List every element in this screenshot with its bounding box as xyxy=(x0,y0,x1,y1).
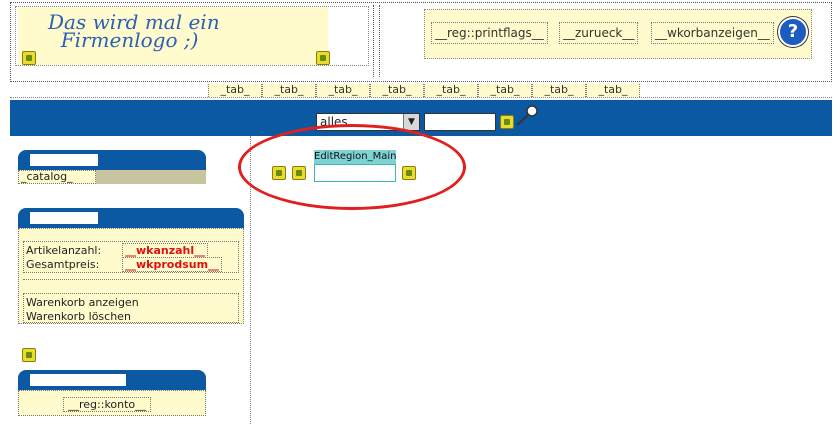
logo-area: Das wird mal ein Firmenlogo ;) xyxy=(18,7,328,65)
tab-divider xyxy=(10,97,832,98)
header-divider xyxy=(373,5,374,77)
total-price-label: Gesamtpreis: xyxy=(26,258,100,271)
header-divider xyxy=(379,5,380,77)
tab-item[interactable]: _tab_ xyxy=(262,84,316,97)
edit-region-icon[interactable] xyxy=(22,348,36,362)
show-basket-link[interactable]: Warenkorb anzeigen xyxy=(26,296,139,309)
panel-body: _catalog_ xyxy=(18,170,206,184)
tab-item[interactable]: _tab_ xyxy=(478,84,532,97)
clear-basket-link[interactable]: Warenkorb löschen xyxy=(26,310,131,323)
logo-line-2: Firmenlogo ;) xyxy=(60,28,199,52)
back-button[interactable]: __zurueck__ xyxy=(559,22,639,44)
logo-container: Das wird mal ein Firmenlogo ;) xyxy=(15,6,369,66)
company-logo: Das wird mal ein Firmenlogo ;) xyxy=(48,12,220,52)
search-icon[interactable] xyxy=(514,104,540,128)
tab-item[interactable]: _tab_ xyxy=(208,84,262,97)
edit-region-icon[interactable] xyxy=(22,51,36,65)
search-input[interactable] xyxy=(424,113,496,131)
highlight-circle xyxy=(238,124,466,210)
panel-title xyxy=(30,154,98,166)
help-icon[interactable]: ? xyxy=(778,17,808,47)
catalog-link[interactable]: _catalog_ xyxy=(18,170,96,184)
panel-title xyxy=(30,374,126,386)
basket-actions: Warenkorb anzeigen Warenkorb löschen xyxy=(23,293,239,323)
edit-region-icon[interactable] xyxy=(500,115,514,129)
catalog-panel: _catalog_ xyxy=(18,150,246,188)
panel-header xyxy=(18,150,206,170)
panel-body: Artikelanzahl: __wkanzahl__ Gesamtpreis:… xyxy=(18,228,244,324)
search-bar xyxy=(10,100,832,136)
tab-item[interactable]: _tab_ xyxy=(532,84,586,97)
basket-summary: Artikelanzahl: __wkanzahl__ Gesamtpreis:… xyxy=(23,241,239,273)
total-price-value: __wkprodsum__ xyxy=(122,257,223,272)
panel-header xyxy=(18,370,206,390)
account-link[interactable]: __reg::konto__ xyxy=(63,397,152,412)
edit-region-icon[interactable] xyxy=(316,51,330,65)
item-count-value: __wkanzahl__ xyxy=(122,243,209,258)
basket-divider xyxy=(23,279,239,280)
panel-title xyxy=(30,212,98,224)
tab-item[interactable]: _tab_ xyxy=(316,84,370,97)
header-actions: __reg::printflags__ __zurueck__ __wkorba… xyxy=(424,9,812,59)
panel-header xyxy=(18,208,244,228)
basket-panel: Artikelanzahl: __wkanzahl__ Gesamtpreis:… xyxy=(18,208,246,324)
account-panel: __reg::konto__ xyxy=(18,370,246,418)
tab-bar: _tab_ _tab_ _tab_ _tab_ _tab_ _tab_ _tab… xyxy=(208,84,640,97)
show-basket-button[interactable]: __wkorbanzeigen__ xyxy=(651,22,774,44)
printflags-button[interactable]: __reg::printflags__ xyxy=(431,22,548,44)
tab-item[interactable]: _tab_ xyxy=(586,84,640,97)
chevron-down-icon[interactable]: ▼ xyxy=(403,114,419,130)
item-count-label: Artikelanzahl: xyxy=(26,244,102,257)
tab-item[interactable]: _tab_ xyxy=(370,84,424,97)
tab-item[interactable]: _tab_ xyxy=(424,84,478,97)
panel-body: __reg::konto__ xyxy=(18,390,206,416)
